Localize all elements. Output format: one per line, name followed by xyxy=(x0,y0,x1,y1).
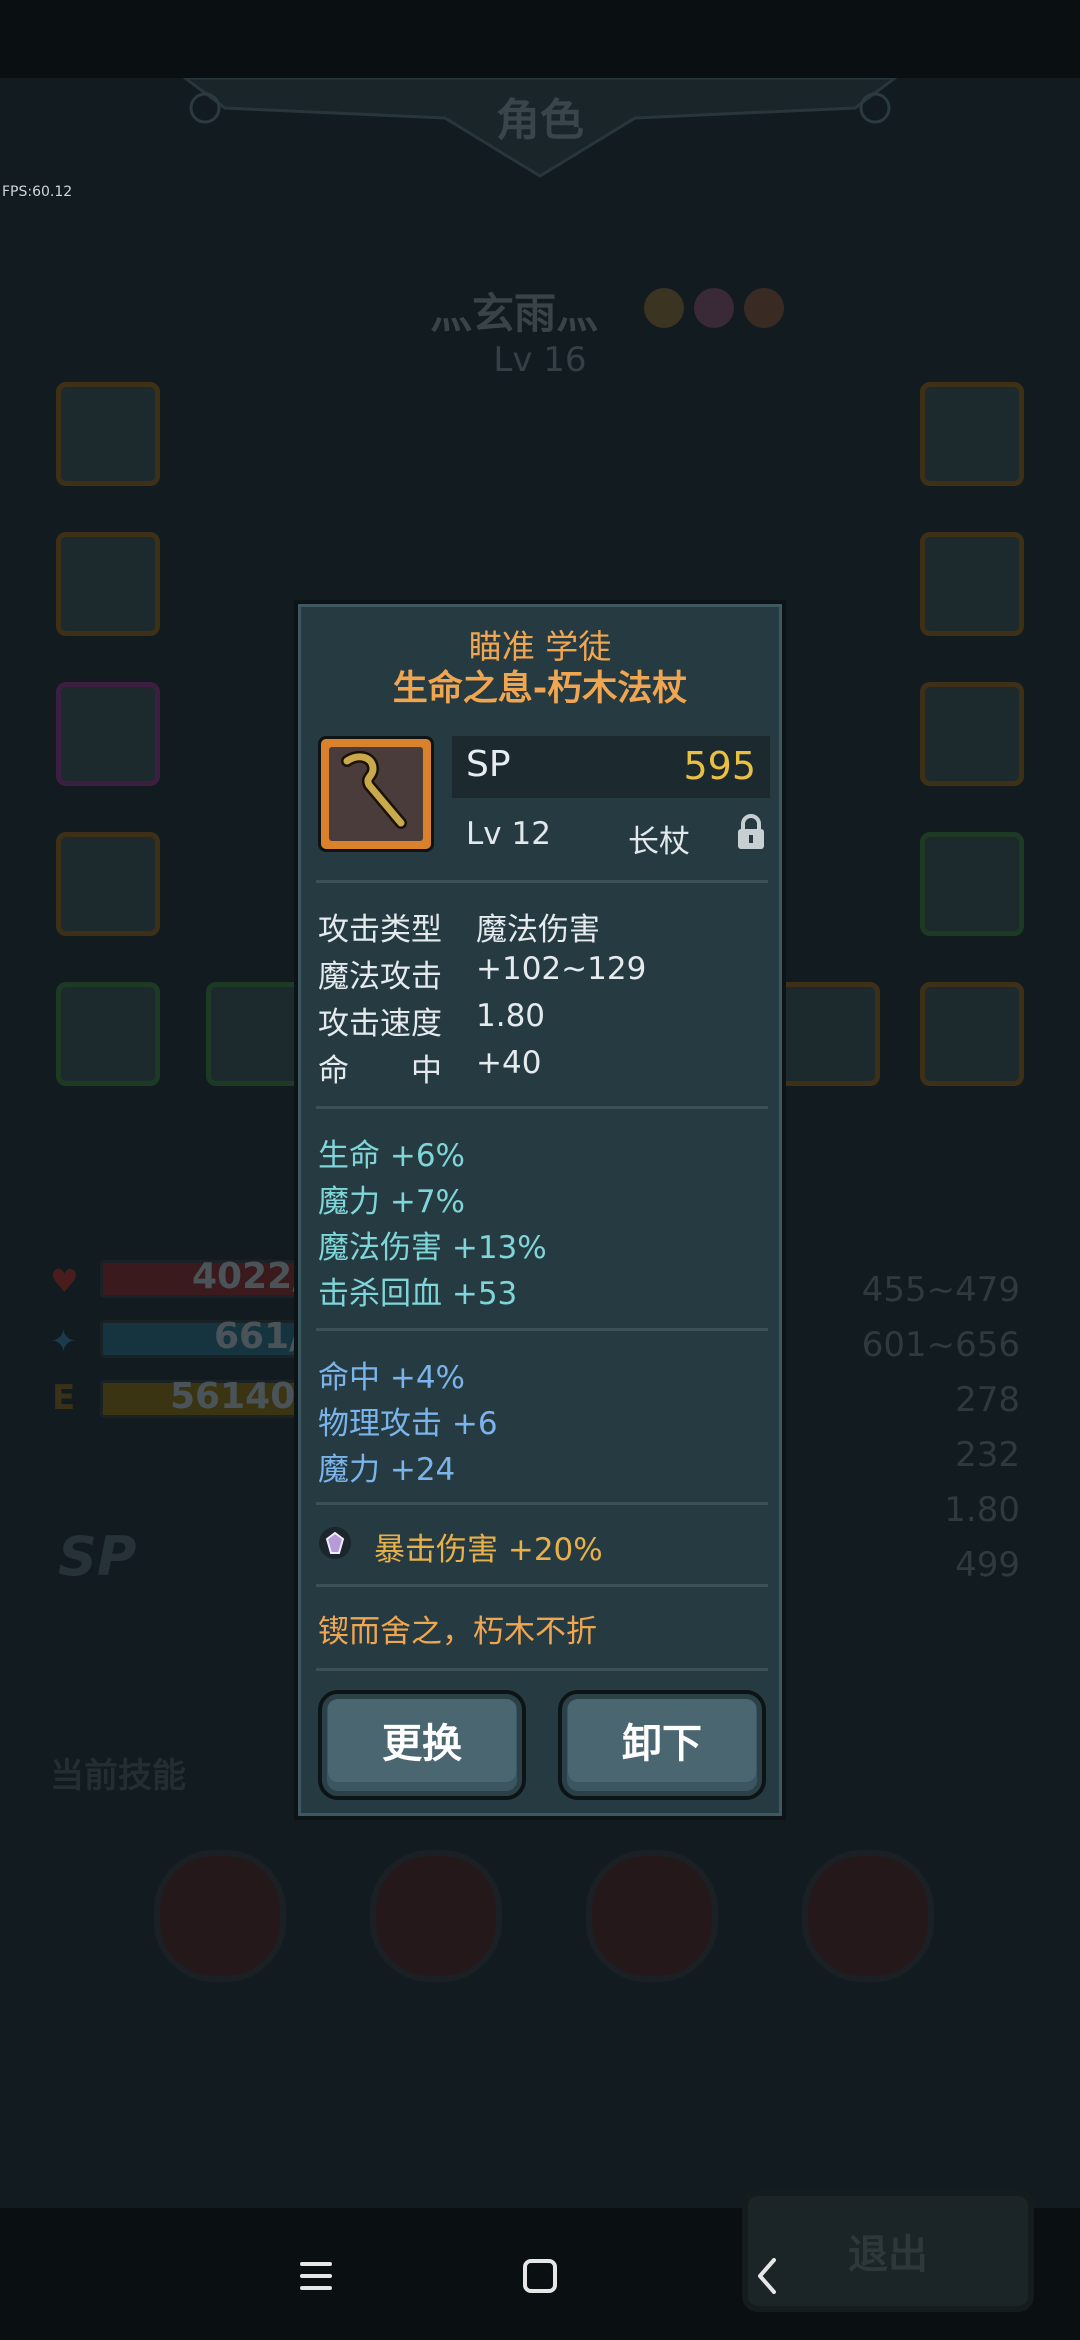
bonus-stat-cyan-3: 魔法伤害 +13% xyxy=(318,1230,547,1266)
stat-value-5: 1.80 xyxy=(944,1490,1020,1530)
item-sp-box: SP 595 xyxy=(452,736,770,798)
bonus-stat-blue-3: 魔力 +24 xyxy=(318,1452,456,1488)
bonus-stat-cyan-4: 击杀回血 +53 xyxy=(318,1276,518,1312)
mp-text: 661/ xyxy=(214,1316,303,1357)
stat-label-magic-attack: 魔法攻击 xyxy=(318,959,442,995)
exp-text: 56140/ xyxy=(170,1376,309,1417)
item-icon-frame xyxy=(318,736,434,852)
bonus-stat-cyan-1: 生命 +6% xyxy=(318,1138,466,1174)
character-name: 灬玄雨灬 xyxy=(430,289,599,338)
stat-label-attack-speed: 攻击速度 xyxy=(318,1006,442,1042)
lock-icon[interactable] xyxy=(734,812,768,852)
stat-value-attack-type: 魔法伤害 xyxy=(476,912,600,948)
exp-icon: E xyxy=(52,1378,76,1418)
item-name: 生命之息-朽木法杖 xyxy=(392,669,688,709)
game-screen: { "app": { "title": "角色", "fps": "FPS:60… xyxy=(0,0,1080,2340)
stat-value-6: 499 xyxy=(955,1545,1020,1585)
replace-button[interactable]: 更换 xyxy=(318,1690,526,1800)
slot-cape[interactable] xyxy=(56,982,160,1086)
slot-weapon[interactable] xyxy=(920,382,1024,486)
skill-slot-3[interactable] xyxy=(586,1850,718,1982)
stat-label-attack-type: 攻击类型 xyxy=(318,912,442,948)
item-sp-label: SP xyxy=(466,744,511,785)
character-level: Lv 16 xyxy=(493,340,587,380)
stat-value-1: 455~479 xyxy=(861,1270,1020,1310)
item-type: 长杖 xyxy=(628,824,690,860)
stat-value-attack-speed: 1.80 xyxy=(476,998,546,1034)
divider-2 xyxy=(316,1106,768,1109)
home-icon[interactable] xyxy=(500,2236,580,2316)
fps-counter: FPS:60.12 xyxy=(2,184,73,200)
skill-slot-4[interactable] xyxy=(802,1850,934,1982)
heart-icon: ♥ xyxy=(50,1262,79,1300)
slot-ring-2[interactable] xyxy=(920,682,1024,786)
page-title: 角色 xyxy=(496,95,584,146)
slot-trinket-1[interactable] xyxy=(920,982,1024,1086)
divider-6 xyxy=(316,1668,768,1671)
item-sp-value: 595 xyxy=(683,744,756,788)
stat-value-4: 232 xyxy=(955,1435,1020,1475)
bonus-stat-blue-1: 命中 +4% xyxy=(318,1360,466,1396)
divider-4 xyxy=(316,1502,768,1505)
slot-helmet[interactable] xyxy=(56,382,160,486)
unequip-button[interactable]: 卸下 xyxy=(558,1690,766,1800)
hp-text: 4022/ xyxy=(192,1256,306,1297)
skill-slot-2[interactable] xyxy=(370,1850,502,1982)
back-icon[interactable] xyxy=(728,2236,808,2316)
slot-gloves[interactable] xyxy=(56,832,160,936)
stat-value-3: 278 xyxy=(955,1380,1020,1420)
menu-icon[interactable] xyxy=(276,2236,356,2316)
slot-armor[interactable] xyxy=(56,532,160,636)
item-detail-popup: 瞄准 学徒 生命之息-朽木法杖 SP 595 Lv 12 长杖 攻击类型 魔法伤… xyxy=(294,600,786,1820)
slot-ring-1[interactable] xyxy=(920,532,1024,636)
slot-pants[interactable] xyxy=(56,682,160,786)
mana-icon: ✦ xyxy=(50,1322,77,1360)
divider-3 xyxy=(316,1328,768,1331)
current-skills-label: 当前技能 xyxy=(50,1756,186,1796)
staff-icon xyxy=(341,750,407,829)
title-banner: 角色 xyxy=(165,76,915,178)
item-flavor-text: 锲而舍之，朽木不折 xyxy=(318,1614,597,1650)
gem-stat: 暴击伤害 +20% xyxy=(374,1532,603,1568)
stat-value-accuracy: +40 xyxy=(476,1045,542,1081)
bonus-stat-blue-2: 物理攻击 +6 xyxy=(318,1406,498,1442)
item-level: Lv 12 xyxy=(466,816,551,852)
slot-necklace[interactable] xyxy=(920,832,1024,936)
divider-1 xyxy=(316,880,768,883)
sp-label-background: SP xyxy=(58,1525,137,1588)
skill-slot-1[interactable] xyxy=(154,1850,286,1982)
gem-icon xyxy=(319,1527,351,1559)
slot-trinket-2[interactable] xyxy=(776,982,880,1086)
divider-5 xyxy=(316,1584,768,1587)
stat-label-accuracy: 命 中 xyxy=(318,1053,442,1089)
system-nav-bar xyxy=(0,2212,1080,2340)
stat-value-magic-attack: +102~129 xyxy=(476,951,647,987)
title-badges xyxy=(644,288,784,328)
stat-value-2: 601~656 xyxy=(861,1325,1020,1365)
bonus-stat-cyan-2: 魔力 +7% xyxy=(318,1184,466,1220)
